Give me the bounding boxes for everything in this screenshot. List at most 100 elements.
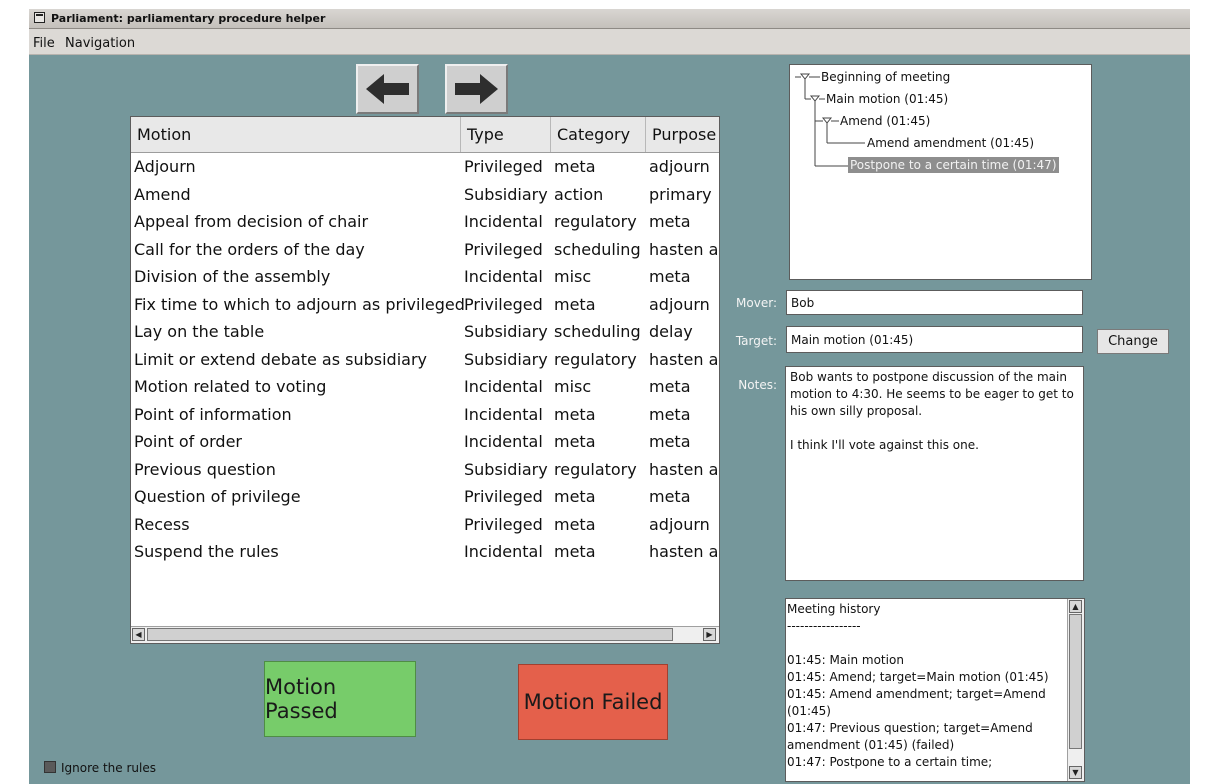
motion-name: Fix time to which to adjourn as privileg… <box>134 294 464 314</box>
motion-type: Incidental <box>464 267 543 286</box>
motion-row[interactable]: Lay on the table Subsidiary scheduling dela… <box>131 318 719 346</box>
motion-purpose: adjourn <box>649 157 710 176</box>
history-line: ----------------- <box>787 619 861 633</box>
motion-purpose: primary <box>649 184 712 204</box>
back-button[interactable] <box>356 64 419 114</box>
motion-type: Incidental <box>464 404 543 424</box>
motion-purpose: meta <box>649 404 691 424</box>
motion-category: misc <box>554 267 592 286</box>
motion-name: Motion related to voting <box>134 377 327 396</box>
motion-type: Incidental <box>464 212 543 231</box>
tree-node-amend-amendment[interactable]: Amend amendment (01:45) <box>867 136 1034 150</box>
motion-row[interactable]: Previous question Subsidiary regulatory has… <box>131 456 720 484</box>
motion-purpose: hasten ac <box>649 459 720 479</box>
motion-row[interactable]: Limit or extend debate as subsidiary Subs… <box>131 346 719 374</box>
motion-row[interactable]: Point of information Incidental meta meta <box>131 401 719 429</box>
target-field[interactable]: Main motion (01:45) <box>786 326 1083 353</box>
motion-name: Previous question <box>134 459 276 479</box>
motion-purpose: adjourn <box>649 294 710 314</box>
motion-category: misc <box>554 377 592 396</box>
title-bar: Parliament: parliamentary procedure help… <box>29 9 1190 29</box>
motion-row[interactable]: Recess Privileged meta adjourn <box>131 511 719 539</box>
motion-row[interactable]: Point of order Incidental meta meta <box>131 428 719 456</box>
history-line: 01:47: Postpone to a certain time; <box>787 755 993 769</box>
meeting-history[interactable]: Meeting history ----------------- 01:45: M… <box>785 598 1085 782</box>
scroll-down-icon[interactable]: ▼ <box>1069 766 1082 779</box>
motion-name: Limit or extend debate as subsidiary <box>134 349 427 369</box>
col-type[interactable]: Type <box>461 117 551 152</box>
motion-name: Suspend the rules <box>134 542 279 561</box>
target-label: Target: <box>735 334 777 348</box>
tree-node-amend[interactable]: Amend (01:45) <box>840 114 930 128</box>
notes-textarea[interactable]: Bob wants to postpone discussion of the … <box>785 366 1084 581</box>
motion-row[interactable]: Call for the orders of the day Privileged… <box>131 236 719 264</box>
motion-name: Division of the assembly <box>134 267 331 286</box>
motion-row[interactable]: Motion related to voting Incidental misc me… <box>131 373 719 401</box>
motion-failed-button[interactable]: Motion Failed <box>518 664 668 740</box>
ignore-rules-option[interactable]: Ignore the rules <box>44 761 156 775</box>
motion-type: Privileged <box>464 487 543 506</box>
motion-type: Subsidiary <box>464 322 548 341</box>
motion-category: meta <box>554 294 596 314</box>
ignore-rules-checkbox[interactable] <box>44 761 56 773</box>
ignore-rules-label: Ignore the rules <box>61 761 156 775</box>
scroll-right-icon[interactable]: ▶ <box>703 628 716 641</box>
vertical-scrollbar[interactable]: ▲ ▼ <box>1067 599 1084 781</box>
motion-category: regulatory <box>554 349 637 369</box>
history-line: Meeting history <box>787 602 881 616</box>
horizontal-scrollbar[interactable]: ◀ ▶ <box>131 626 719 643</box>
menu-file[interactable]: File <box>33 36 55 51</box>
history-line: 01:45: Amend; target=Main motion (01:45) <box>787 670 1049 684</box>
motion-row[interactable]: Division of the assembly Incidental misc me… <box>131 263 719 291</box>
tree-node-main-motion[interactable]: Main motion (01:45) <box>826 92 948 106</box>
motion-category: meta <box>554 432 596 451</box>
motion-tree[interactable]: Beginning of meeting Main motion (01:45)… <box>789 64 1092 280</box>
notes-label: Notes: <box>738 378 777 392</box>
motion-row[interactable]: Appeal from decision of chair Incidental r… <box>131 208 719 236</box>
motion-type: Privileged <box>464 514 543 534</box>
menu-bar: File Navigation <box>29 29 1190 55</box>
motion-type: Privileged <box>464 157 543 176</box>
scroll-thumb[interactable] <box>1069 614 1082 749</box>
col-purpose[interactable]: Purpose <box>646 117 719 152</box>
motion-row[interactable]: Suspend the rules Incidental meta hasten ac <box>131 538 719 566</box>
forward-button[interactable] <box>445 64 508 114</box>
window-menu-icon[interactable] <box>34 12 45 23</box>
history-text: Meeting history ----------------- 01:45: M… <box>787 601 1067 771</box>
right-arrow-icon <box>455 74 498 104</box>
tree-node-beginning[interactable]: Beginning of meeting <box>821 70 950 84</box>
motion-purpose: delay <box>649 322 693 341</box>
motion-category: regulatory <box>554 459 637 479</box>
col-category[interactable]: Category <box>551 117 646 152</box>
motion-purpose: meta <box>649 212 691 231</box>
motion-list[interactable]: Motion Type Category Purpose Adjourn Priv… <box>130 116 720 644</box>
motion-purpose: meta <box>649 267 691 286</box>
motion-name: Point of order <box>134 432 242 451</box>
motion-row[interactable]: Question of privilege Privileged meta meta <box>131 483 719 511</box>
motion-row[interactable]: Amend Subsidiary action primary <box>131 181 719 209</box>
motion-category: meta <box>554 514 596 534</box>
window-title: Parliament: parliamentary procedure help… <box>51 12 326 25</box>
motion-name: Point of information <box>134 404 292 424</box>
scroll-left-icon[interactable]: ◀ <box>132 628 145 641</box>
motion-category: scheduling <box>554 322 641 341</box>
motion-name: Lay on the table <box>134 322 265 341</box>
motion-row[interactable]: Adjourn Privileged meta adjourn <box>131 153 719 181</box>
mover-label: Mover: <box>736 296 777 310</box>
motion-row[interactable]: Fix time to which to adjourn as privileg… <box>131 291 719 319</box>
motion-category: meta <box>554 157 596 176</box>
scroll-thumb[interactable] <box>147 628 673 641</box>
scroll-up-icon[interactable]: ▲ <box>1069 600 1082 613</box>
history-line: 01:45: Main motion <box>787 653 904 667</box>
menu-navigation[interactable]: Navigation <box>65 36 135 51</box>
motion-type: Subsidiary <box>464 459 548 479</box>
col-motion[interactable]: Motion <box>131 117 461 152</box>
change-target-button[interactable]: Change <box>1097 329 1169 354</box>
motion-rows: Adjourn Privileged meta adjourn Amend Subsidi… <box>131 153 720 566</box>
mover-field[interactable]: Bob <box>786 290 1083 315</box>
history-line <box>787 635 1067 652</box>
motion-passed-button[interactable]: Motion Passed <box>264 661 416 737</box>
tree-node-postpone[interactable]: Postpone to a certain time (01:47) <box>848 157 1059 173</box>
motion-type: Privileged <box>464 294 543 314</box>
motion-type: Incidental <box>464 432 543 451</box>
